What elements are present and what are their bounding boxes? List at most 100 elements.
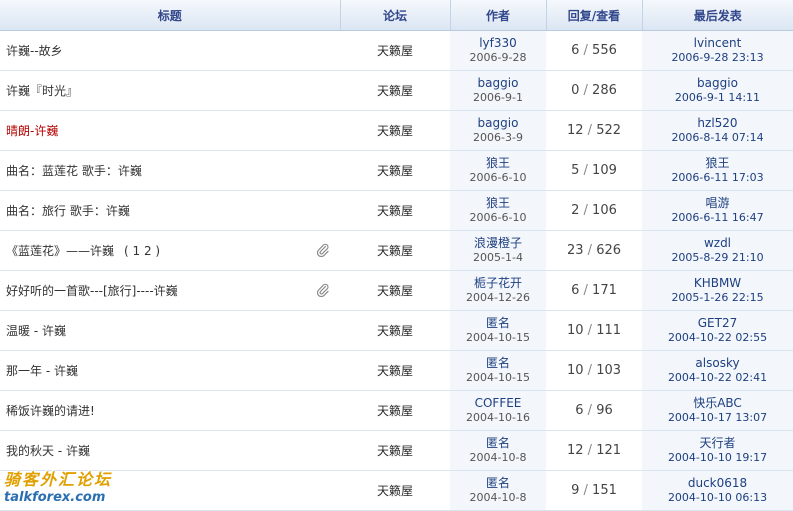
last-post-cell: 快乐ABC 2004-10-17 13:07 [642, 390, 793, 431]
thread-title-link[interactable]: 许巍『时光』 [6, 84, 78, 98]
forum-link[interactable]: 天籁屋 [377, 324, 413, 338]
thread-title-link[interactable]: 曲名：旅行 歌手：许巍 [6, 204, 130, 218]
thread-title-link[interactable]: 温暖 - 许巍 [6, 324, 66, 338]
last-post-date-link[interactable]: 2004-10-17 13:07 [642, 411, 793, 425]
thread-title-link[interactable]: 曲名：蓝莲花 歌手：许巍 [6, 164, 142, 178]
last-post-user-link[interactable]: hzl520 [642, 116, 793, 131]
table-row: 《蓝莲花》——许巍( 1 2 ) 天籁屋 浪漫橙子 2005-1-4 23 / 626 w… [0, 230, 793, 271]
header-author[interactable]: 作者 [450, 0, 547, 31]
last-post-user-link[interactable]: GET27 [642, 316, 793, 331]
last-post-user-link[interactable]: duck0618 [642, 476, 793, 491]
author-link[interactable]: 狼王 [450, 196, 546, 211]
forum-link[interactable]: 天籁屋 [377, 484, 413, 498]
author-link[interactable]: 浪漫橙子 [450, 236, 546, 251]
author-link[interactable]: 栀子花开 [450, 276, 546, 291]
last-post-date-link[interactable]: 2005-8-29 21:10 [642, 251, 793, 265]
thread-title-link[interactable]: 我的秋天 - 许巍 [6, 444, 90, 458]
last-post-date-link[interactable]: 2004-10-10 19:17 [642, 451, 793, 465]
author-link[interactable]: baggio [450, 76, 546, 91]
separator: / [583, 363, 597, 378]
table-row: 许巍『时光』 天籁屋 baggio 2006-9-1 0 / 286 baggio 2006… [0, 70, 793, 111]
forum-link[interactable]: 天籁屋 [377, 124, 413, 138]
last-post-date-link[interactable]: 2006-9-1 14:11 [642, 91, 793, 105]
thread-title-cell: 稀饭许巍的请进! [0, 390, 340, 431]
thread-table: 标题 论坛 作者 回复/查看 最后发表 许巍--故乡 天籁屋 lyf330 2006-… [0, 0, 793, 511]
forum-cell: 天籁屋 [340, 470, 450, 511]
table-row: 许巍--故乡 天籁屋 lyf330 2006-9-28 6 / 556 lvincent 2… [0, 30, 793, 71]
reply-count: 12 [566, 443, 584, 458]
last-post-date-link[interactable]: 2006-6-11 16:47 [642, 211, 793, 225]
author-date: 2004-12-26 [466, 291, 530, 304]
last-post-cell: GET27 2004-10-22 02:55 [642, 310, 793, 351]
view-count: 171 [592, 283, 617, 298]
forum-link[interactable]: 天籁屋 [377, 444, 413, 458]
last-post-date-link[interactable]: 2004-10-22 02:41 [642, 371, 793, 385]
last-post-user-link[interactable]: KHBMW [642, 276, 793, 291]
forum-link[interactable]: 天籁屋 [377, 404, 413, 418]
author-link[interactable]: 匿名 [450, 436, 546, 451]
author-link[interactable]: 匿名 [450, 356, 546, 371]
last-post-user-link[interactable]: 狼王 [642, 156, 793, 171]
thread-title-link[interactable]: 那一年 - 许巍 [6, 364, 78, 378]
thread-title-link[interactable]: 好好听的一首歌---[旅行]----许巍 [6, 284, 178, 298]
paperclip-icon [316, 283, 330, 298]
last-post-date-link[interactable]: 2006-8-14 07:14 [642, 131, 793, 145]
separator: / [583, 243, 597, 258]
header-replies[interactable]: 回复/查看 [546, 0, 643, 31]
last-post-user-link[interactable]: wzdl [642, 236, 793, 251]
author-link[interactable]: baggio [450, 116, 546, 131]
forum-cell: 天籁屋 [340, 110, 450, 151]
separator: / [583, 443, 597, 458]
last-post-date-link[interactable]: 2004-10-22 02:55 [642, 331, 793, 345]
author-link[interactable]: 狼王 [450, 156, 546, 171]
replies-views-cell: 0 / 286 [546, 70, 642, 111]
forum-link[interactable]: 天籁屋 [377, 284, 413, 298]
header-last-post[interactable]: 最后发表 [642, 0, 793, 31]
last-post-user-link[interactable]: baggio [642, 76, 793, 91]
separator: / [583, 403, 597, 418]
view-count: 522 [596, 123, 622, 138]
last-post-user-link[interactable]: 唱游 [642, 196, 793, 211]
view-count: 626 [596, 243, 622, 258]
replies-views-cell: 2 / 106 [546, 190, 642, 231]
thread-title-link[interactable]: 晴朗-许巍 [6, 124, 58, 138]
forum-link[interactable]: 天籁屋 [377, 84, 413, 98]
header-title[interactable]: 标题 [0, 0, 341, 31]
author-date: 2004-10-16 [466, 411, 530, 424]
last-post-user-link[interactable]: 快乐ABC [642, 396, 793, 411]
reply-count: 10 [566, 363, 584, 378]
last-post-date-link[interactable]: 2006-6-11 17:03 [642, 171, 793, 185]
watermark-en: talkforex.com [4, 490, 106, 505]
last-post-user-link[interactable]: lvincent [642, 36, 793, 51]
author-date: 2004-10-15 [466, 371, 530, 384]
forum-link[interactable]: 天籁屋 [377, 244, 413, 258]
author-cell: 匿名 2004-10-15 [450, 310, 546, 351]
forum-link[interactable]: 天籁屋 [377, 164, 413, 178]
last-post-user-link[interactable]: alsosky [642, 356, 793, 371]
forum-link[interactable]: 天籁屋 [377, 204, 413, 218]
forum-link[interactable]: 天籁屋 [377, 44, 413, 58]
author-link[interactable]: 匿名 [450, 476, 546, 491]
last-post-cell: lvincent 2006-9-28 23:13 [642, 30, 793, 71]
author-link[interactable]: lyf330 [450, 36, 546, 51]
author-cell: COFFEE 2004-10-16 [450, 390, 546, 431]
author-link[interactable]: 匿名 [450, 316, 546, 331]
last-post-date-link[interactable]: 2004-10-10 06:13 [642, 491, 793, 505]
forum-link[interactable]: 天籁屋 [377, 364, 413, 378]
thread-title-link[interactable]: 《蓝莲花》——许巍 [6, 244, 114, 258]
replies-views-cell: 10 / 103 [546, 350, 642, 391]
thread-page-links[interactable]: ( 1 2 ) [124, 244, 160, 258]
separator: / [579, 203, 593, 218]
view-count: 106 [592, 203, 617, 218]
thread-title-cell: 许巍『时光』 [0, 70, 340, 111]
last-post-user-link[interactable]: 天行者 [642, 436, 793, 451]
last-post-date-link[interactable]: 2005-1-26 22:15 [642, 291, 793, 305]
thread-title-link[interactable]: 许巍--故乡 [6, 44, 63, 58]
replies-views-cell: 10 / 111 [546, 310, 642, 351]
last-post-date-link[interactable]: 2006-9-28 23:13 [642, 51, 793, 65]
separator: / [583, 123, 597, 138]
header-forum[interactable]: 论坛 [340, 0, 451, 31]
thread-title-link[interactable]: 稀饭许巍的请进! [6, 404, 95, 418]
replies-views-cell: 6 / 556 [546, 30, 642, 71]
author-link[interactable]: COFFEE [450, 396, 546, 411]
